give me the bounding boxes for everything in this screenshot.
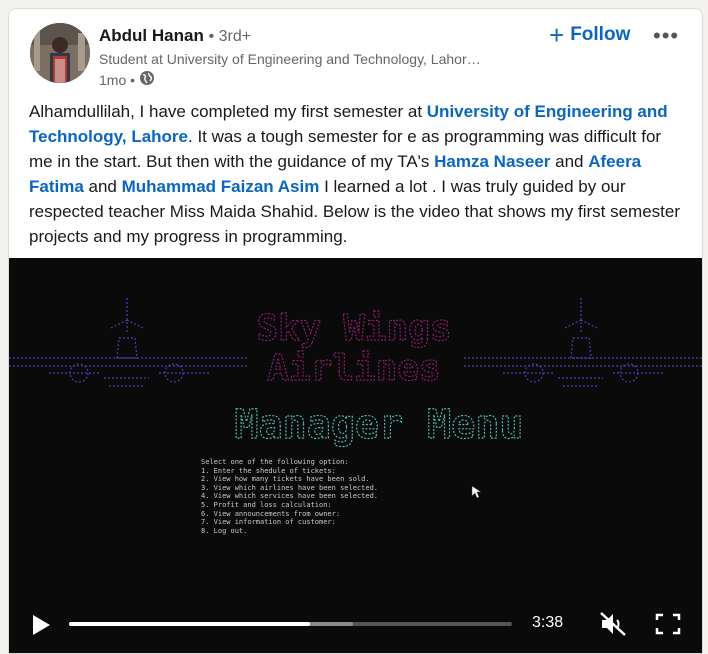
mention-faizan[interactable]: Muhammad Faizan Asim [122, 177, 320, 196]
menu-line: 4. View which services have been selecte… [201, 492, 379, 501]
more-icon[interactable]: ••• [653, 23, 679, 49]
video-title-line1: Sky Wings [256, 308, 451, 349]
menu-line: 7. View information of customer: [201, 518, 336, 527]
play-icon[interactable] [31, 614, 51, 641]
menu-line: 6. View announcements from owner: [201, 509, 341, 518]
fullscreen-icon[interactable] [655, 613, 681, 640]
video-controls: 3:38 [9, 596, 702, 653]
post-text-part: and [550, 152, 589, 171]
mute-icon[interactable] [599, 611, 627, 642]
avatar-photo [30, 23, 90, 83]
video-heading: Manager Menu [235, 402, 524, 448]
post-card: Abdul Hanan • 3rd+ Student at University… [8, 8, 703, 654]
menu-line: 3. View which airlines have been selecte… [201, 483, 379, 492]
video-menu-text: Select one of the following option: 1. En… [201, 458, 378, 535]
video-progress-bar[interactable] [69, 622, 512, 626]
post-text-part: and [83, 177, 122, 196]
post-time: 1mo • [99, 71, 136, 88]
post-text: Alhamdullilah, I have completed my first… [29, 99, 689, 249]
author-name[interactable]: Abdul Hanan [99, 26, 204, 45]
video-frame: Sky Wings Airlines Manager Menu [9, 298, 702, 499]
time-remaining: 3:38 [532, 614, 564, 631]
follow-label: Follow [570, 24, 631, 45]
menu-line: 8. Log out. [201, 526, 248, 535]
globe-icon [139, 70, 155, 89]
menu-line: 1. Enter the shedule of tickets: [201, 466, 336, 475]
menu-line: Select one of the following option: [201, 458, 349, 466]
follow-button[interactable]: + Follow [549, 22, 630, 48]
video-title-line2: Airlines [267, 348, 440, 389]
post-text-part: Alhamdullilah, I have completed my first… [29, 102, 427, 121]
video-player[interactable]: Sky Wings Airlines Manager Menu Select o… [9, 258, 702, 653]
plus-icon: + [549, 20, 565, 50]
author-line: Abdul Hanan • 3rd+ [99, 26, 251, 46]
plane-left-art [9, 298, 247, 387]
mouse-cursor-icon [471, 485, 482, 499]
progress-played [69, 622, 311, 626]
post-meta: 1mo • [99, 70, 155, 89]
avatar[interactable] [30, 23, 90, 83]
author-headline: Student at University of Engineering and… [99, 51, 481, 67]
plane-right-art [464, 298, 702, 387]
menu-line: 2. View how many tickets have been sold. [201, 475, 370, 484]
mention-hamza[interactable]: Hamza Naseer [434, 152, 550, 171]
menu-line: 5. Profit and loss calculation: [201, 500, 332, 509]
connection-degree: • 3rd+ [208, 28, 252, 45]
